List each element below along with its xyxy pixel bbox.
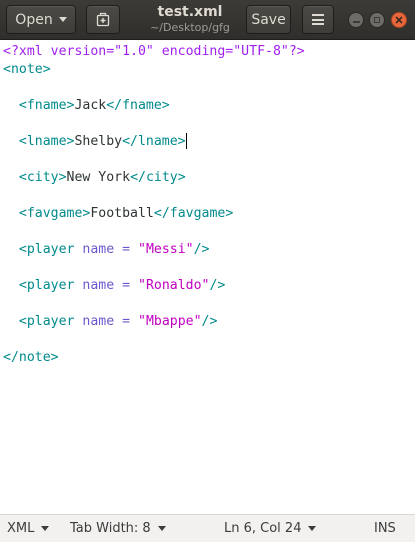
- language-label: XML: [7, 521, 35, 536]
- minimize-icon: [352, 21, 360, 23]
- code-token: "Mbappe": [138, 314, 202, 329]
- code-line: <player name = "Messi"/>: [3, 241, 210, 259]
- insert-mode-label: INS: [374, 521, 396, 536]
- new-document-button[interactable]: [86, 5, 120, 34]
- minimize-button[interactable]: [348, 12, 364, 28]
- language-selector[interactable]: XML: [7, 515, 50, 542]
- cursor-position-selector[interactable]: Ln 6, Col 24: [224, 515, 317, 542]
- code-line: <city>New York</city>: [3, 169, 186, 187]
- hamburger-menu-icon: [312, 14, 324, 25]
- tab-width-label: Tab Width: 8: [70, 521, 151, 536]
- new-document-icon: [96, 12, 110, 26]
- chevron-down-icon: [58, 17, 67, 22]
- save-button-label: Save: [251, 11, 286, 28]
- code-token: </fname>: [106, 98, 170, 113]
- text-cursor: [185, 133, 187, 149]
- code-token: "Ronaldo": [138, 278, 210, 293]
- code-line: <player name = "Mbappe"/>: [3, 313, 218, 331]
- code-line: </note>: [3, 349, 59, 367]
- code-token: <fname>: [3, 98, 75, 113]
- code-token: name =: [74, 278, 138, 293]
- code-token: <lname>: [3, 134, 75, 149]
- window-subtitle: ~/Desktop/gfg: [150, 21, 230, 34]
- code-token: name =: [74, 314, 138, 329]
- code-token: </note>: [3, 350, 59, 365]
- cursor-position-label: Ln 6, Col 24: [224, 521, 302, 536]
- code-token: <player: [3, 242, 75, 257]
- insert-mode-indicator: INS: [374, 515, 396, 542]
- maximize-button[interactable]: [369, 12, 385, 28]
- chevron-down-icon: [41, 526, 50, 531]
- code-line: <favgame>Football</favgame>: [3, 205, 233, 223]
- code-token: </lname>: [122, 134, 186, 149]
- code-token: name =: [74, 242, 138, 257]
- code-token: <favgame>: [3, 206, 91, 221]
- code-token: <note>: [3, 62, 51, 77]
- code-token: Shelby: [74, 134, 123, 149]
- save-button[interactable]: Save: [246, 5, 291, 34]
- code-token: />: [209, 278, 226, 293]
- chevron-down-icon: [157, 526, 166, 531]
- code-token: <?xml version="1.0" encoding="UTF-8"?>: [3, 44, 305, 59]
- window-title: test.xml: [157, 4, 223, 20]
- tab-width-selector[interactable]: Tab Width: 8: [70, 515, 166, 542]
- code-token: />: [193, 242, 210, 257]
- open-button[interactable]: Open: [6, 5, 76, 34]
- code-token: />: [201, 314, 218, 329]
- code-token: Football: [90, 206, 154, 221]
- code-token: "Messi": [138, 242, 194, 257]
- code-line: <player name = "Ronaldo"/>: [3, 277, 225, 295]
- code-token: <player: [3, 278, 75, 293]
- status-bar: XML Tab Width: 8 Ln 6, Col 24 INS: [0, 514, 415, 542]
- code-line: <fname>Jack</fname>: [3, 97, 170, 115]
- code-token: </city>: [130, 170, 186, 185]
- header-bar: Open test.xml ~/Desktop/gfg Save: [0, 0, 415, 40]
- menu-button[interactable]: [302, 5, 334, 34]
- chevron-down-icon: [308, 526, 317, 531]
- maximize-icon: [374, 17, 380, 23]
- code-token: <player: [3, 314, 75, 329]
- close-button[interactable]: [391, 12, 407, 28]
- code-token: Jack: [74, 98, 107, 113]
- code-line: <lname>Shelby</lname>: [3, 133, 187, 151]
- window-title-area: test.xml ~/Desktop/gfg: [140, 4, 240, 35]
- code-token: </favgame>: [153, 206, 234, 221]
- code-line: <note>: [3, 61, 51, 79]
- code-token: New York: [66, 170, 131, 185]
- open-button-label: Open: [15, 11, 53, 28]
- code-token: <city>: [3, 170, 67, 185]
- close-icon: [395, 16, 403, 24]
- code-line: <?xml version="1.0" encoding="UTF-8"?>: [3, 43, 305, 61]
- text-editor-area[interactable]: <?xml version="1.0" encoding="UTF-8"?> <n…: [0, 40, 415, 514]
